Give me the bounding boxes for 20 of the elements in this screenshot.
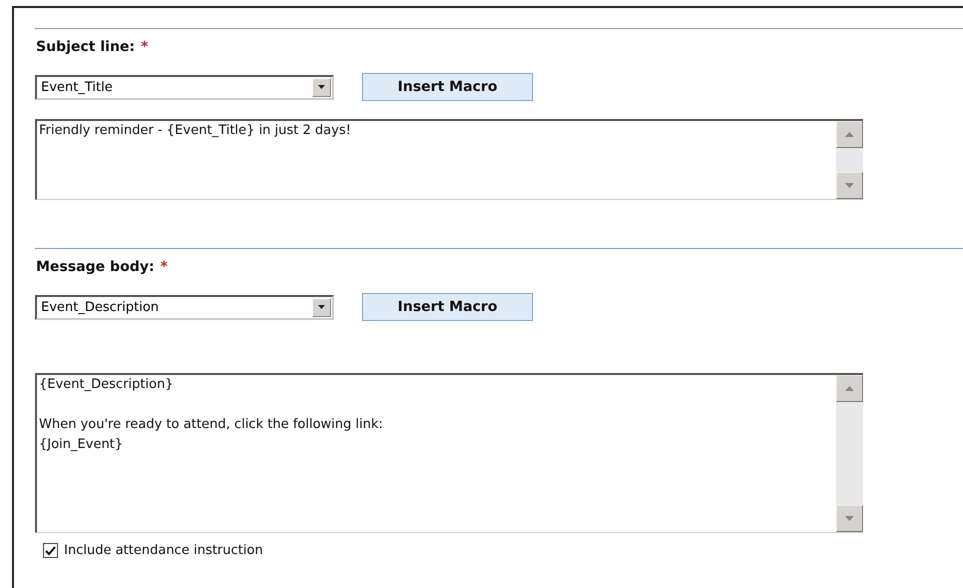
text-area[interactable]: {Event_Description} When you're ready to attend, click the following link: {Join_Event} <box>35 373 863 533</box>
insert-macro-button[interactable]: Insert Macro <box>362 293 533 321</box>
macro-select[interactable]: Event_Title <box>35 74 334 100</box>
scroll-up-icon[interactable] <box>836 121 863 148</box>
scroll-down-icon[interactable] <box>836 172 863 199</box>
dropdown-icon[interactable] <box>312 298 331 316</box>
dropdown-icon[interactable] <box>312 78 331 96</box>
required-marker: * <box>160 259 168 275</box>
scrollbar[interactable] <box>836 121 863 199</box>
scroll-up-icon[interactable] <box>836 375 863 402</box>
text-area[interactable]: Friendly reminder - {Event_Title} in just 2 days! <box>35 119 863 200</box>
required-marker: * <box>140 39 148 55</box>
checkbox[interactable] <box>43 543 58 558</box>
section-label: Message body: <box>36 259 154 275</box>
section-label: Subject line: <box>36 39 135 55</box>
checkbox-label: Include attendance instruction <box>64 543 263 558</box>
scroll-down-icon[interactable] <box>836 505 863 532</box>
macro-select[interactable]: Event_Description <box>35 294 334 320</box>
scrollbar[interactable] <box>836 375 863 532</box>
insert-macro-button[interactable]: Insert Macro <box>362 73 533 101</box>
